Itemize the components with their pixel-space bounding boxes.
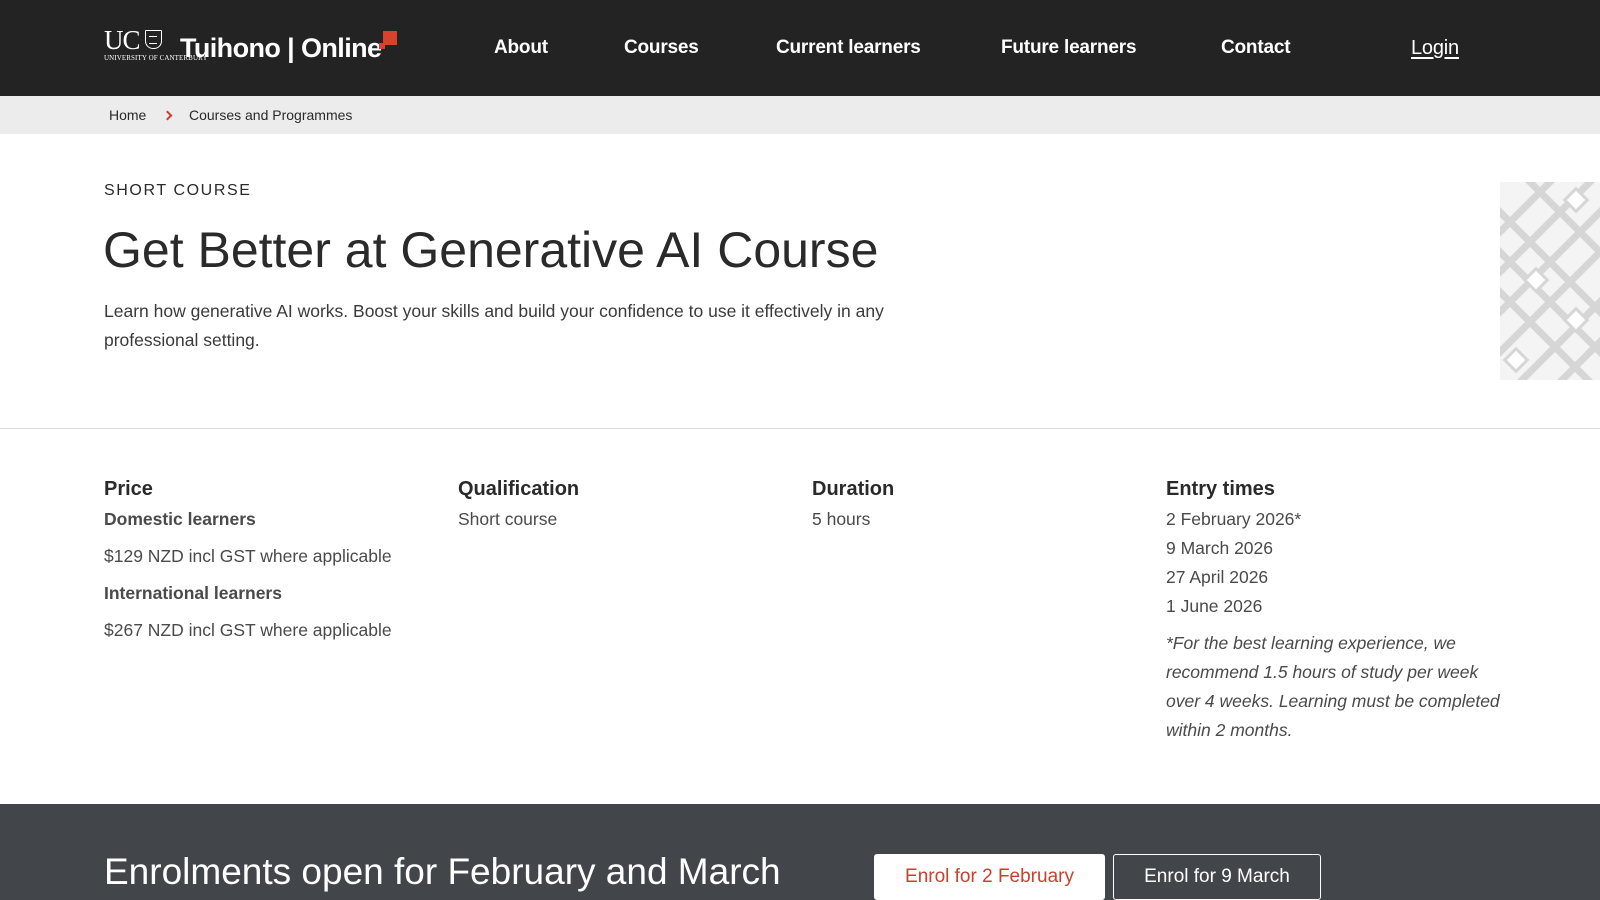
- brand-corner-icon: [379, 31, 398, 49]
- nav-courses[interactable]: Courses: [624, 0, 699, 96]
- uc-logo: UC UNIVERSITY OF CANTERBURY: [104, 25, 208, 67]
- duration-heading: Duration: [812, 478, 895, 500]
- brand-text: Tuihono | Online: [180, 33, 382, 63]
- banner-title: Enrolments open for February and March: [104, 851, 781, 892]
- crest-icon: [145, 30, 162, 49]
- international-label: International learners: [104, 583, 282, 603]
- entry-times-heading: Entry times: [1166, 478, 1275, 500]
- entry-date: 27 April 2026: [1166, 567, 1269, 587]
- pattern-graphic: [1500, 182, 1600, 380]
- breadcrumb-current: Courses and Programmes: [189, 107, 353, 123]
- nav-contact[interactable]: Contact: [1221, 0, 1291, 96]
- enrol-february-button[interactable]: Enrol for 2 February: [874, 854, 1105, 900]
- brand-name: Tuihono | Online: [180, 31, 398, 65]
- uc-logo-letters: UC: [104, 25, 141, 55]
- duration-value: 5 hours: [812, 509, 871, 529]
- qualification-value: Short course: [458, 509, 558, 529]
- international-price: $267 NZD incl GST where applicable: [104, 620, 392, 640]
- decorative-pattern: [1500, 182, 1600, 380]
- entry-date: 2 February 2026*: [1166, 509, 1302, 529]
- breadcrumb: Home Courses and Programmes: [0, 96, 1600, 134]
- course-description: Learn how generative AI works. Boost you…: [104, 301, 884, 350]
- domestic-price: $129 NZD incl GST where applicable: [104, 546, 392, 566]
- duration-section: Duration 5 hours: [812, 475, 1132, 534]
- site-header: UC UNIVERSITY OF CANTERBURY Tuihono | On…: [0, 0, 1600, 96]
- nav-about[interactable]: About: [494, 0, 548, 96]
- entry-date: 1 June 2026: [1166, 596, 1263, 616]
- page-title: Get Better at Generative AI Course: [103, 222, 879, 278]
- site-logo[interactable]: UC UNIVERSITY OF CANTERBURY Tuihono | On…: [104, 25, 398, 67]
- enrolment-banner: Enrolments open for February and March E…: [0, 804, 1600, 900]
- price-section: Price Domestic learners $129 NZD incl GS…: [104, 475, 444, 645]
- course-type-eyebrow: SHORT COURSE: [104, 182, 252, 199]
- entry-times-section: Entry times 2 February 2026* 9 March 202…: [1166, 475, 1506, 745]
- breadcrumb-home[interactable]: Home: [109, 96, 146, 134]
- nav-future-learners[interactable]: Future learners: [1001, 0, 1137, 96]
- chevron-right-icon: [162, 96, 172, 134]
- login-link[interactable]: Login: [1411, 0, 1459, 96]
- qualification-heading: Qualification: [458, 478, 580, 500]
- nav-current-learners[interactable]: Current learners: [776, 0, 921, 96]
- enrol-march-button[interactable]: Enrol for 9 March: [1113, 854, 1321, 900]
- domestic-label: Domestic learners: [104, 509, 256, 529]
- qualification-section: Qualification Short course: [458, 475, 778, 534]
- entry-note: *For the best learning experience, we re…: [1166, 633, 1500, 740]
- price-heading: Price: [104, 478, 153, 500]
- section-divider: [0, 428, 1600, 429]
- entry-date: 9 March 2026: [1166, 538, 1274, 558]
